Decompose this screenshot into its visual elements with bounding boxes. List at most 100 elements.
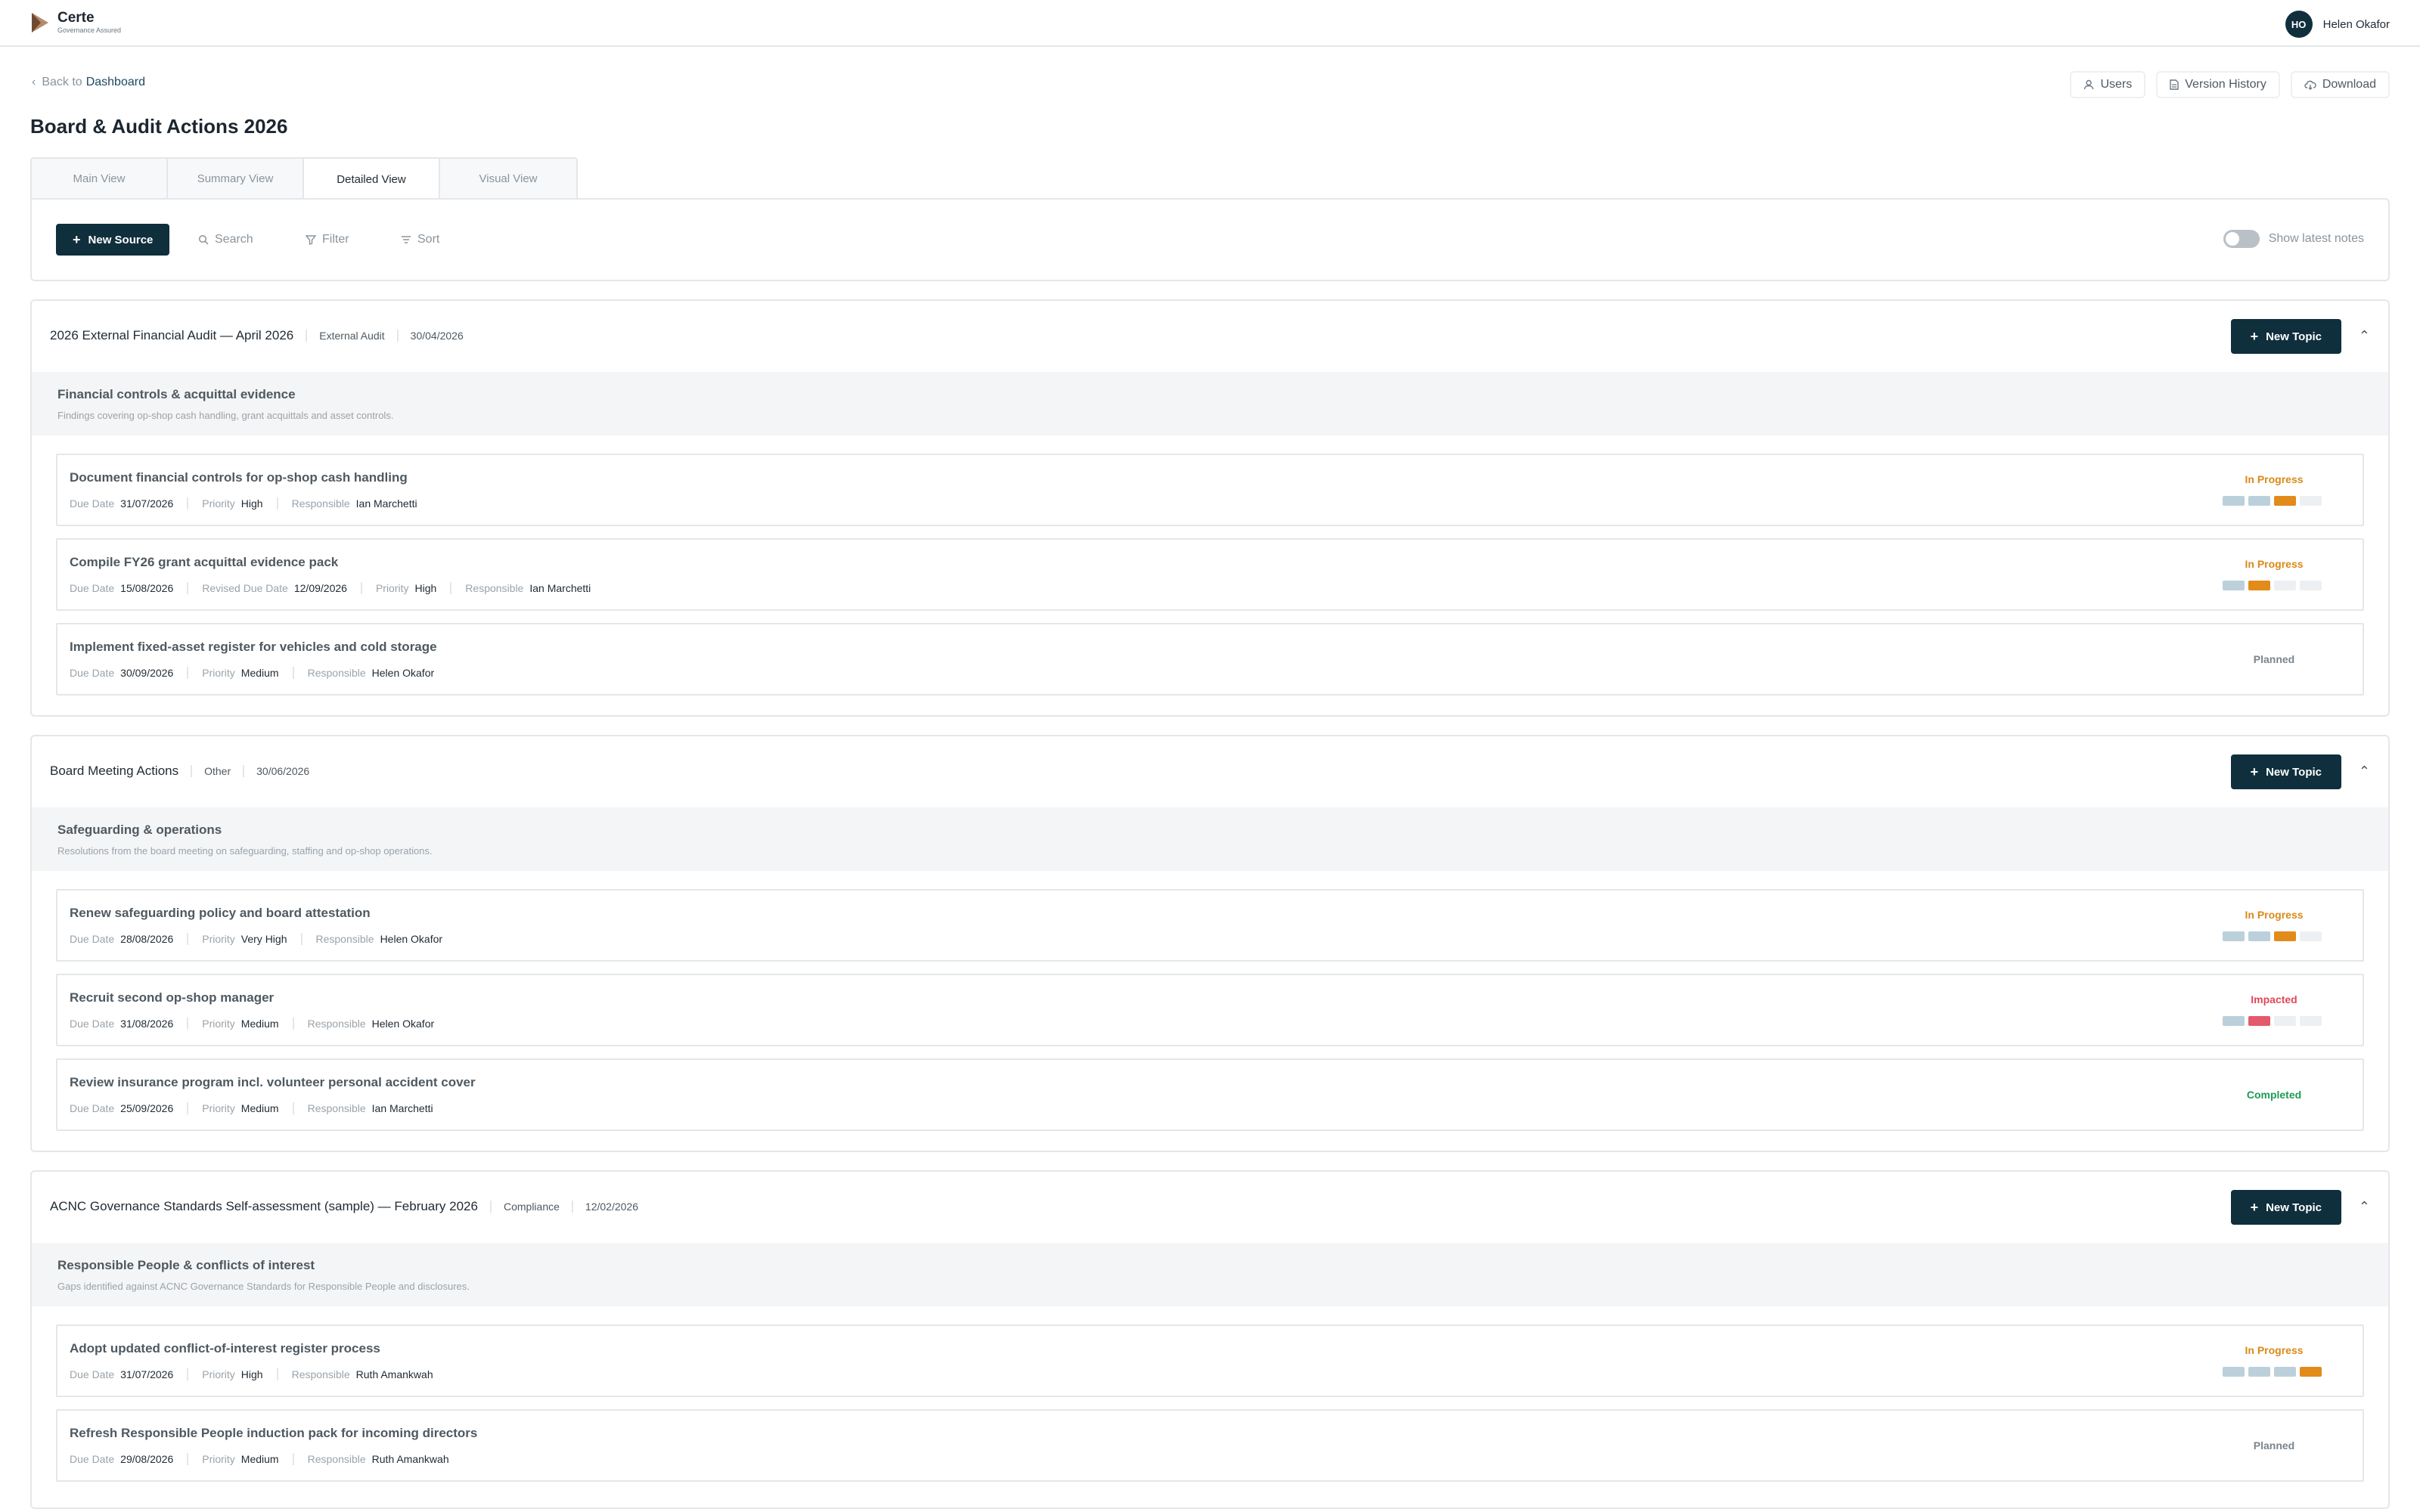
- action-title: Recruit second op-shop manager: [70, 990, 275, 1005]
- responsible: Ruth Amankwah: [355, 1368, 433, 1380]
- filter-icon: [306, 235, 316, 245]
- action-title: Compile FY26 grant acquittal evidence pa…: [70, 555, 339, 569]
- source-type: Compliance: [489, 1201, 572, 1213]
- new-topic-button[interactable]: + New Topic: [2230, 319, 2341, 354]
- progress-segment: [2300, 1016, 2322, 1026]
- responsible: Helen Okafor: [371, 667, 435, 679]
- progress-segment: [2248, 496, 2270, 506]
- back-to-dashboard-link[interactable]: Dashboard: [86, 76, 145, 89]
- topic-header[interactable]: Safeguarding & operations Resolutions fr…: [32, 807, 2388, 871]
- chevron-left-icon: ‹: [32, 76, 36, 88]
- new-topic-button[interactable]: + New Topic: [2230, 754, 2341, 789]
- due-date: 30/09/2026: [120, 667, 174, 679]
- progress-bar: [2223, 581, 2322, 590]
- action-row[interactable]: Document financial controls for op-shop …: [56, 454, 2364, 526]
- source-type: External Audit: [306, 330, 396, 342]
- action-row[interactable]: Refresh Responsible People induction pac…: [56, 1409, 2364, 1482]
- source-card: ACNC Governance Standards Self-assessmen…: [30, 1170, 2390, 1509]
- source-name: Board Meeting Actions: [50, 764, 179, 778]
- action-row[interactable]: Adopt updated conflict-of-interest regis…: [56, 1325, 2364, 1397]
- source-name: 2026 External Financial Audit — April 20…: [50, 328, 294, 342]
- app-tagline: Governance Assured: [57, 26, 122, 34]
- progress-segment: [2248, 581, 2270, 590]
- cloud-download-icon: [2304, 80, 2316, 90]
- chevron-up-icon[interactable]: ⌃: [2359, 1199, 2370, 1215]
- search-label: Search: [215, 233, 253, 246]
- action-title: Adopt updated conflict-of-interest regis…: [70, 1341, 380, 1356]
- progress-bar: [2223, 1016, 2322, 1026]
- priority: High: [240, 1368, 263, 1380]
- progress-bar: [2223, 1367, 2322, 1377]
- progress-segment: [2223, 581, 2245, 590]
- top-bar: Certe Governance Assured HO Helen Okafor: [0, 0, 2420, 47]
- filter-button[interactable]: Filter: [306, 233, 349, 246]
- tab-visual-view[interactable]: Visual View: [440, 157, 578, 198]
- topic-description: Findings covering op-shop cash handling,…: [57, 410, 394, 421]
- action-row[interactable]: Implement fixed-asset register for vehic…: [56, 623, 2364, 696]
- responsible: Ruth Amankwah: [371, 1453, 449, 1465]
- responsible: Helen Okafor: [371, 1018, 435, 1030]
- users-button[interactable]: Users: [2070, 71, 2146, 98]
- user-menu[interactable]: HO Helen Okafor: [2285, 11, 2390, 38]
- tab-main-view[interactable]: Main View: [30, 157, 168, 198]
- action-row[interactable]: Renew safeguarding policy and board atte…: [56, 889, 2364, 962]
- action-row[interactable]: Recruit second op-shop manager Due Date 3…: [56, 974, 2364, 1046]
- priority: Medium: [240, 1018, 279, 1030]
- source-title[interactable]: Board Meeting Actions Other 30/06/2026: [50, 764, 321, 779]
- source-title[interactable]: 2026 External Financial Audit — April 20…: [50, 328, 476, 343]
- version-history-button[interactable]: Version History: [2156, 71, 2280, 98]
- tab-detailed-view[interactable]: Detailed View: [304, 157, 440, 200]
- tab-summary-view[interactable]: Summary View: [168, 157, 304, 198]
- progress-segment: [2274, 931, 2296, 941]
- status-badge: In Progress: [2245, 909, 2304, 921]
- due-date: 29/08/2026: [120, 1453, 174, 1465]
- action-row[interactable]: Compile FY26 grant acquittal evidence pa…: [56, 538, 2364, 611]
- chevron-up-icon[interactable]: ⌃: [2359, 328, 2370, 344]
- action-title: Implement fixed-asset register for vehic…: [70, 640, 437, 654]
- action-row[interactable]: Review insurance program incl. volunteer…: [56, 1058, 2364, 1131]
- priority: Medium: [240, 667, 279, 679]
- progress-segment: [2274, 496, 2296, 506]
- topic-header[interactable]: Financial controls & acquittal evidence …: [32, 372, 2388, 435]
- priority: High: [414, 582, 437, 594]
- topic-title: Financial controls & acquittal evidence: [57, 387, 296, 401]
- plus-icon: +: [2250, 764, 2259, 779]
- priority: High: [240, 497, 263, 510]
- source-title[interactable]: ACNC Governance Standards Self-assessmen…: [50, 1199, 650, 1214]
- progress-segment: [2274, 1367, 2296, 1377]
- search-icon: [198, 234, 209, 245]
- document-icon: [2170, 79, 2179, 90]
- source-type: Other: [191, 765, 243, 777]
- due-date: 31/07/2026: [120, 497, 174, 510]
- status-badge: Planned: [2253, 653, 2295, 665]
- progress-segment: [2248, 931, 2270, 941]
- source-date: 12/02/2026: [571, 1201, 650, 1213]
- progress-segment: [2223, 931, 2245, 941]
- toggle-switch[interactable]: [2223, 230, 2260, 248]
- users-label: Users: [2100, 78, 2133, 91]
- page-actions: Users Version History Download: [2070, 71, 2390, 98]
- sort-button[interactable]: Sort: [401, 233, 439, 246]
- download-button[interactable]: Download: [2290, 71, 2390, 98]
- progress-segment: [2248, 1367, 2270, 1377]
- progress-bar: [2223, 496, 2322, 506]
- chevron-up-icon[interactable]: ⌃: [2359, 764, 2370, 779]
- toolbar: + New Source Search Filter Sort Show lat…: [30, 198, 2390, 281]
- responsible: Ian Marchetti: [371, 1102, 433, 1114]
- app-logo[interactable]: Certe Governance Assured: [30, 11, 121, 35]
- responsible: Ian Marchetti: [355, 497, 417, 510]
- search-button[interactable]: Search: [198, 233, 253, 246]
- progress-bar: [2223, 931, 2322, 941]
- topic-header[interactable]: Responsible People & conflicts of intere…: [32, 1243, 2388, 1306]
- sort-icon: [402, 236, 411, 243]
- new-source-button[interactable]: + New Source: [56, 224, 170, 256]
- status-badge: In Progress: [2245, 473, 2304, 485]
- sort-label: Sort: [417, 233, 440, 246]
- new-topic-button[interactable]: + New Topic: [2230, 1190, 2341, 1225]
- priority: Very High: [240, 933, 287, 945]
- source-date: 30/04/2026: [396, 330, 476, 342]
- new-source-label: New Source: [88, 233, 154, 246]
- action-title: Document financial controls for op-shop …: [70, 470, 408, 485]
- download-label: Download: [2322, 78, 2376, 91]
- show-latest-notes-toggle[interactable]: Show latest notes: [2223, 230, 2364, 248]
